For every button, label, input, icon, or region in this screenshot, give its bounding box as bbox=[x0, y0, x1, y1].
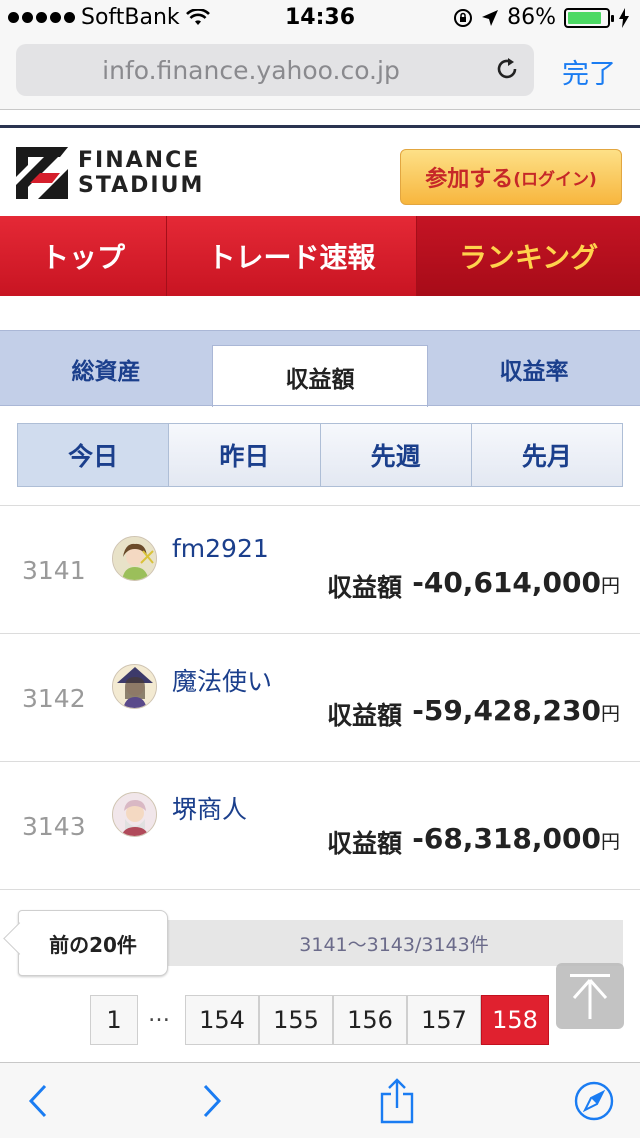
rank-number: 3142 bbox=[22, 684, 86, 713]
user-name-link[interactable]: 魔法使い bbox=[172, 662, 272, 698]
page-154-button[interactable]: 154 bbox=[185, 995, 259, 1045]
battery-percent: 86% bbox=[507, 5, 556, 30]
rotation-lock-icon bbox=[454, 8, 473, 27]
status-bar: SoftBank 14:36 86% bbox=[0, 0, 640, 36]
avatar-character-icon bbox=[113, 793, 156, 836]
page-156-button[interactable]: 156 bbox=[333, 995, 407, 1045]
profit-label: 収益額 bbox=[327, 829, 403, 858]
login-sublabel: (ログイン) bbox=[513, 169, 597, 190]
join-label: 参加する bbox=[425, 167, 514, 192]
user-avatar[interactable] bbox=[112, 536, 157, 581]
profit-amount: -40,614,000円 bbox=[412, 566, 620, 599]
share-icon bbox=[380, 1078, 414, 1124]
period-tabs: 今日 昨日 先週 先月 bbox=[17, 423, 623, 487]
share-button[interactable] bbox=[373, 1077, 421, 1125]
charging-icon bbox=[619, 7, 629, 28]
chevron-right-icon bbox=[203, 1084, 222, 1118]
header-top-line bbox=[0, 125, 640, 128]
back-button[interactable] bbox=[14, 1077, 62, 1125]
user-avatar[interactable] bbox=[112, 792, 157, 837]
page-ellipsis: … bbox=[148, 1002, 170, 1027]
location-icon bbox=[482, 9, 499, 26]
logo-line-2: STADIUM bbox=[78, 173, 205, 198]
reload-icon[interactable] bbox=[494, 56, 520, 82]
browser-toolbar bbox=[0, 1062, 640, 1138]
user-avatar[interactable] bbox=[112, 664, 157, 709]
tab-divider bbox=[0, 405, 640, 406]
url-text[interactable]: info.finance.yahoo.co.jp bbox=[16, 56, 486, 85]
user-name-link[interactable]: 堺商人 bbox=[172, 790, 247, 826]
yen-unit: 円 bbox=[600, 831, 620, 853]
status-icons: 86% bbox=[453, 5, 630, 30]
amount-value: -68,318,000 bbox=[412, 822, 601, 855]
chevron-left-icon bbox=[28, 1084, 47, 1118]
category-tabs: 総資産 収益額 収益率 bbox=[0, 330, 640, 407]
page-157-button[interactable]: 157 bbox=[407, 995, 481, 1045]
rank-number: 3141 bbox=[22, 556, 86, 585]
result-range-bar: 3141〜3143/3143件 bbox=[165, 920, 623, 966]
ranking-row[interactable]: 3143 堺商人 収益額 -68,318,000円 bbox=[0, 762, 640, 890]
prev-20-label: 前の20件 bbox=[49, 932, 137, 957]
logo-line-1: FINANCE bbox=[78, 148, 201, 173]
url-field[interactable]: info.finance.yahoo.co.jp bbox=[16, 44, 534, 96]
battery-icon bbox=[564, 7, 614, 28]
ranking-row[interactable]: 3142 魔法使い 収益額 -59,428,230円 bbox=[0, 634, 640, 762]
period-last-week[interactable]: 先週 bbox=[320, 424, 472, 486]
profit-amount: -68,318,000円 bbox=[412, 822, 620, 855]
user-name-link[interactable]: fm2921 bbox=[172, 534, 269, 563]
logo-text: FINANCE STADIUM bbox=[78, 148, 204, 198]
avatar-character-icon bbox=[113, 665, 156, 708]
arrow-up-icon bbox=[570, 974, 610, 1019]
period-today[interactable]: 今日 bbox=[18, 424, 170, 486]
rank-number: 3143 bbox=[22, 812, 86, 841]
period-last-month[interactable]: 先月 bbox=[471, 424, 622, 486]
page-158-button[interactable]: 158 bbox=[481, 995, 549, 1045]
page-155-button[interactable]: 155 bbox=[259, 995, 333, 1045]
tab-total-assets[interactable]: 総資産 bbox=[0, 331, 212, 407]
main-nav: トップ トレード速報 ランキング bbox=[0, 216, 640, 296]
yen-unit: 円 bbox=[600, 575, 620, 597]
nav-top[interactable]: トップ bbox=[0, 216, 167, 296]
prev-20-button[interactable]: 前の20件 bbox=[18, 910, 168, 976]
scroll-to-top-button[interactable] bbox=[556, 963, 624, 1029]
result-range-text: 3141〜3143/3143件 bbox=[299, 933, 489, 956]
period-yesterday[interactable]: 昨日 bbox=[169, 424, 321, 486]
ranking-row[interactable]: 3141 fm2921 収益額 -40,614,000円 bbox=[0, 506, 640, 634]
tab-profit-amount[interactable]: 収益額 bbox=[212, 345, 428, 407]
compass-icon bbox=[574, 1081, 614, 1121]
done-button[interactable]: 完了 bbox=[562, 52, 616, 91]
profit-amount: -59,428,230円 bbox=[412, 694, 620, 727]
join-login-button[interactable]: 参加する (ログイン) bbox=[400, 149, 622, 205]
logo-mark-icon bbox=[16, 147, 68, 199]
amount-value: -59,428,230 bbox=[412, 694, 601, 727]
address-bar: info.finance.yahoo.co.jp 完了 bbox=[0, 36, 640, 110]
page-1-button[interactable]: 1 bbox=[90, 995, 138, 1045]
profit-label: 収益額 bbox=[327, 701, 403, 730]
nav-trade-news[interactable]: トレード速報 bbox=[167, 216, 417, 296]
tab-profit-rate[interactable]: 収益率 bbox=[428, 331, 640, 407]
forward-button[interactable] bbox=[188, 1077, 236, 1125]
amount-value: -40,614,000 bbox=[412, 566, 601, 599]
finance-stadium-logo[interactable]: FINANCE STADIUM bbox=[16, 146, 204, 200]
nav-ranking[interactable]: ランキング bbox=[417, 216, 640, 296]
ranking-list: 3141 fm2921 収益額 -40,614,000円 3142 魔法使い 収… bbox=[0, 505, 640, 890]
avatar-character-icon bbox=[113, 537, 156, 580]
yen-unit: 円 bbox=[600, 703, 620, 725]
bookmarks-button[interactable] bbox=[570, 1077, 618, 1125]
profit-label: 収益額 bbox=[327, 573, 403, 602]
